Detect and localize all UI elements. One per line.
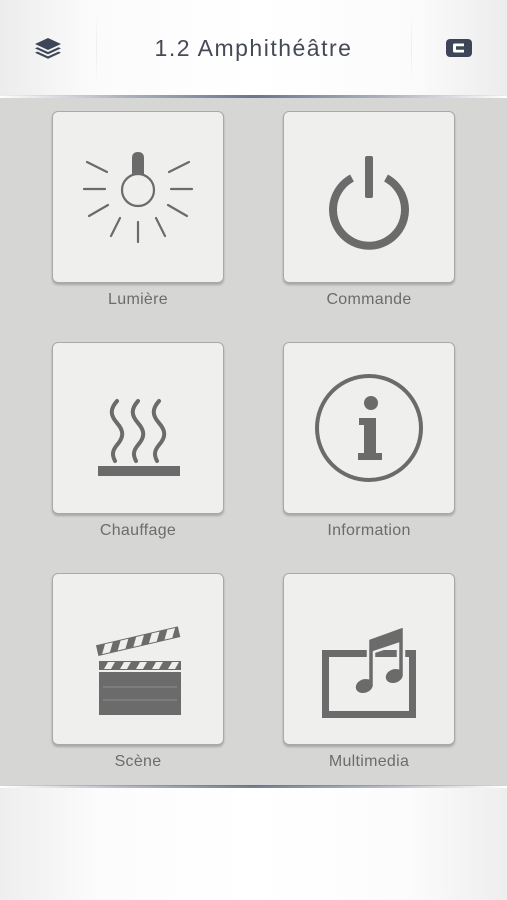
- layers-button[interactable]: [0, 0, 96, 96]
- exit-button[interactable]: [411, 0, 507, 96]
- tile-label-commande: Commande: [326, 291, 412, 308]
- tile-information[interactable]: [283, 342, 455, 514]
- layers-icon: [35, 38, 61, 59]
- tile-label-lumiere: Lumière: [108, 291, 168, 308]
- tile-scene[interactable]: [52, 573, 224, 745]
- music-note-icon: [322, 624, 416, 718]
- tile-multimedia[interactable]: [283, 573, 455, 745]
- heating-icon: [98, 399, 180, 476]
- tile-label-chauffage: Chauffage: [99, 522, 177, 539]
- page-title: 1.2 Amphithéâtre: [154, 34, 353, 61]
- exit-icon: [446, 39, 472, 57]
- tile-label-multimedia: Multimedia: [328, 753, 410, 770]
- tile-label-information: Information: [327, 522, 411, 539]
- power-icon: [329, 156, 409, 250]
- header-bar: 1.2 Amphithéâtre: [0, 0, 507, 96]
- clapperboard-icon: [95, 626, 181, 715]
- tile-label-scene: Scène: [114, 753, 162, 770]
- tile-chauffage[interactable]: [52, 342, 224, 514]
- info-icon: [315, 374, 423, 482]
- footer-bar: [0, 788, 507, 900]
- light-bulb-icon: [82, 152, 194, 244]
- tile-commande[interactable]: [283, 111, 455, 283]
- tile-lumiere[interactable]: [52, 111, 224, 283]
